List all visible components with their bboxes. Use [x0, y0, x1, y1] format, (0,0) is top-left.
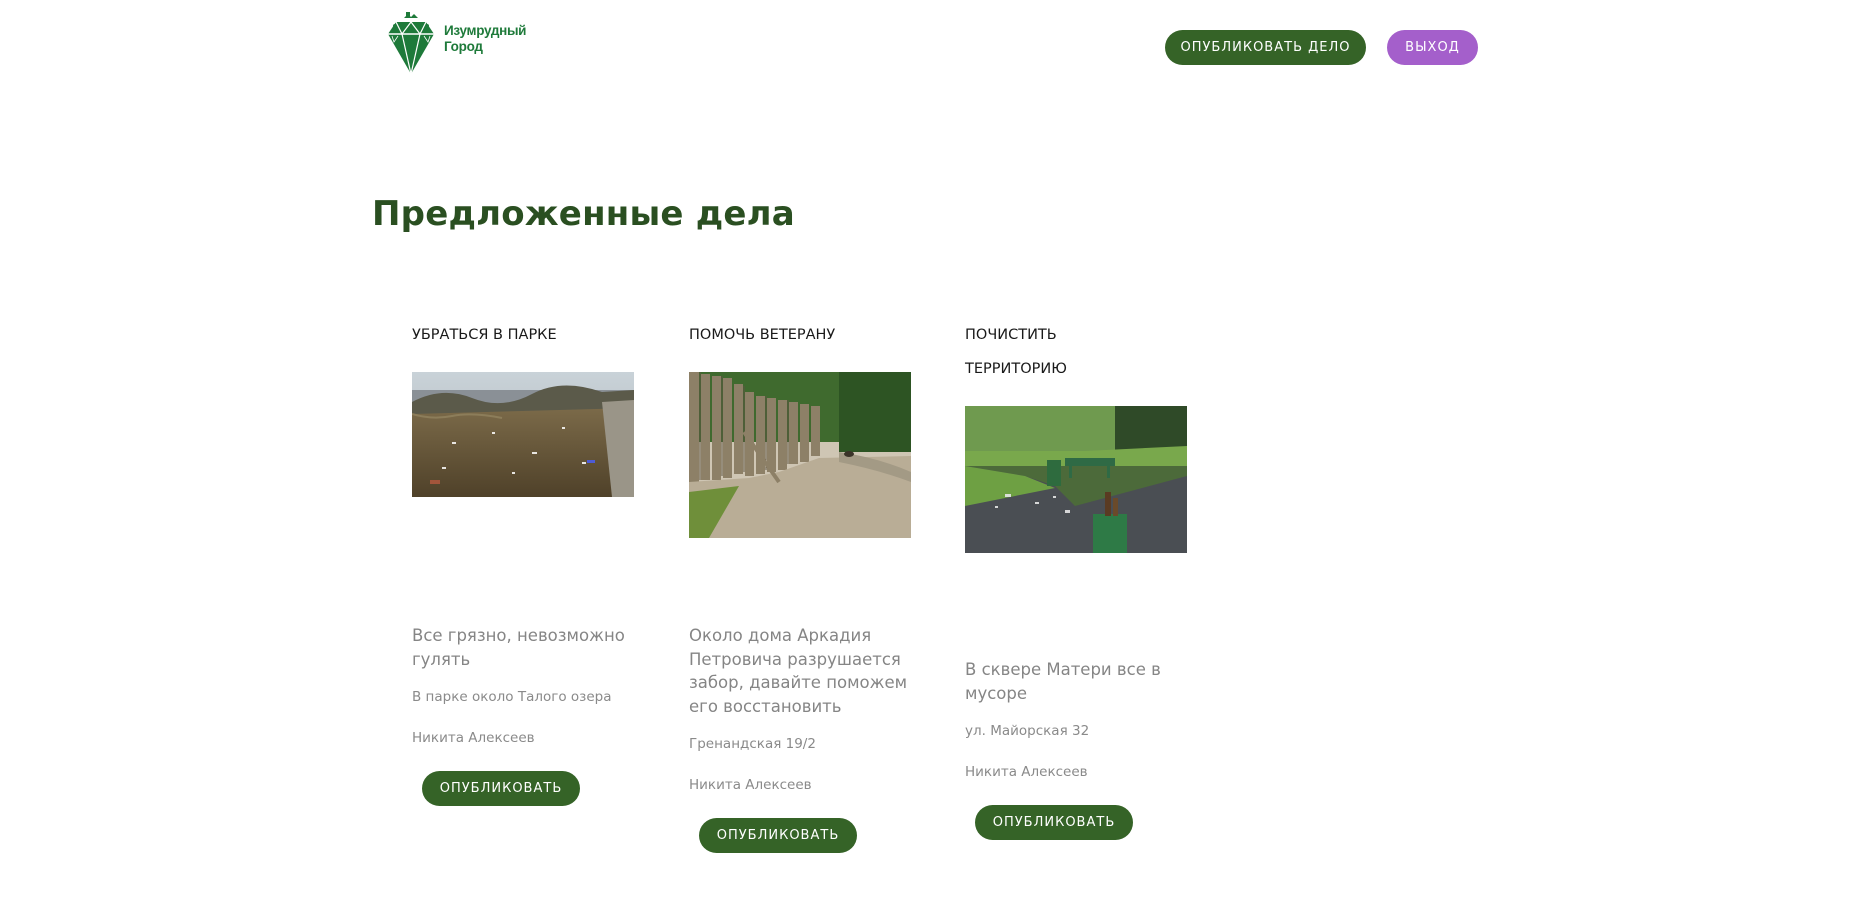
broken-fence-photo [689, 372, 911, 538]
case-card-author: Никита Алексеев [965, 764, 1088, 780]
case-card: Убраться в парке [412, 318, 634, 806]
case-card: Помочь ветерану [689, 318, 911, 853]
site-logo[interactable]: Изумрудный Город [382, 12, 526, 76]
case-card-description: В сквере Матери все в мусоре [965, 660, 1161, 703]
case-card-author: Никита Алексеев [412, 730, 535, 746]
case-card-title: Помочь ветерану [689, 327, 836, 343]
case-card-address: ул. Майорская 32 [965, 723, 1090, 739]
publish-button[interactable]: Опубликовать [699, 818, 857, 853]
logo-line-2: Город [444, 39, 483, 54]
square-trash-bin-photo [965, 406, 1187, 553]
exit-button[interactable]: Выход [1387, 30, 1478, 65]
emerald-gem-icon [388, 12, 434, 75]
case-card-title: Почистить территорию [965, 327, 1067, 377]
case-card-address: В парке около Талого озера [412, 689, 612, 705]
case-card: Почистить территорию [965, 318, 1187, 840]
case-card-description: Около дома Аркадия Петровича разрушается… [689, 626, 908, 716]
publish-button[interactable]: Опубликовать [975, 805, 1133, 840]
logo-line-1: Изумрудный [444, 23, 527, 38]
case-card-description: Все грязно, невозможно гулять [412, 626, 625, 669]
case-card-author: Никита Алексеев [689, 777, 812, 793]
case-card-title: Убраться в парке [412, 327, 557, 343]
logo-text: Изумрудный Город [444, 23, 526, 55]
publish-case-button[interactable]: Опубликовать дело [1165, 30, 1366, 65]
case-card-address: Гренандская 19/2 [689, 736, 816, 752]
publish-button[interactable]: Опубликовать [422, 771, 580, 806]
park-litter-photo [412, 372, 634, 497]
page-title: Предложенные дела [372, 194, 795, 234]
page: Изумрудный Город Опубликовать дело Выход… [0, 0, 1856, 914]
